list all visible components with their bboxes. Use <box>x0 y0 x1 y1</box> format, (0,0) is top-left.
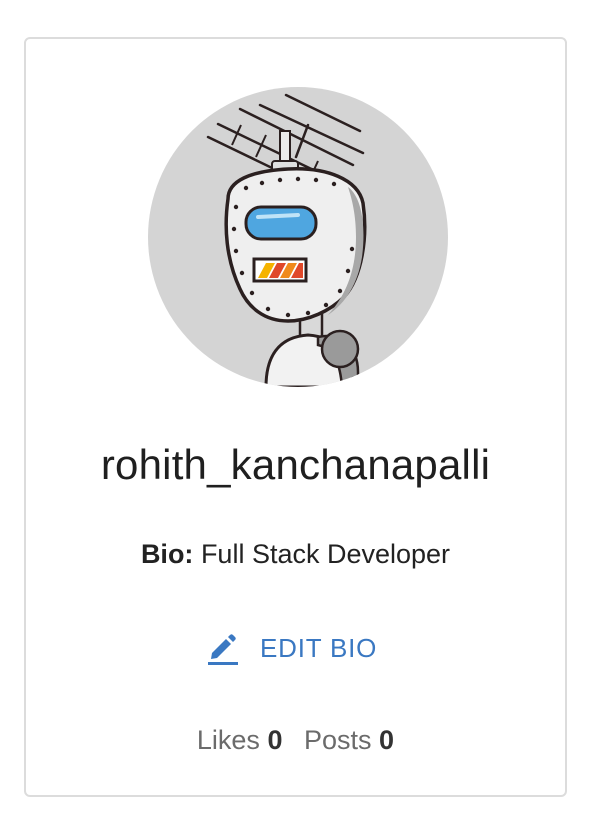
avatar <box>148 87 448 387</box>
robot-avatar-icon <box>206 93 367 387</box>
pencil-icon <box>208 634 238 665</box>
profile-card: rohith_kanchanapalli Bio: Full Stack Dev… <box>24 37 567 797</box>
username: rohith_kanchanapalli <box>100 441 491 488</box>
posts-label: Posts <box>304 725 372 755</box>
profile-stats: Likes 0 Posts 0 <box>26 725 565 756</box>
bio: Bio: Full Stack Developer <box>26 539 565 570</box>
edit-bio-label: EDIT BIO <box>260 632 378 663</box>
likes-label: Likes <box>196 725 260 755</box>
bio-label: Bio: <box>140 539 194 569</box>
edit-bio-button[interactable]: EDIT BIO <box>206 631 377 665</box>
likes-count: 0 <box>267 725 283 755</box>
posts-count: 0 <box>379 725 395 755</box>
bio-text: Full Stack Developer <box>200 539 451 569</box>
